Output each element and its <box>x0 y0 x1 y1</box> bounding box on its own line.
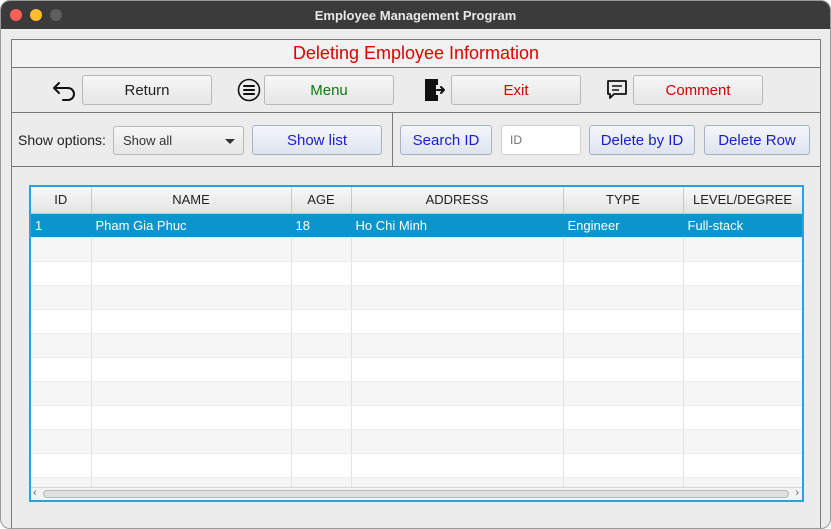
minimize-window-button[interactable] <box>30 9 42 21</box>
empty-table-row[interactable] <box>31 333 802 358</box>
list-icon[interactable] <box>235 76 263 104</box>
empty-table-row[interactable] <box>31 381 802 406</box>
column-header-name[interactable]: NAME <box>91 187 292 214</box>
empty-table-row[interactable] <box>31 357 802 382</box>
menu-button[interactable]: Menu <box>264 75 394 105</box>
chevron-down-icon <box>225 139 235 144</box>
show-list-button[interactable]: Show list <box>252 125 382 155</box>
exit-button[interactable]: Exit <box>451 75 581 105</box>
show-options-dropdown[interactable]: Show all <box>113 126 244 155</box>
empty-table-row[interactable] <box>31 309 802 334</box>
title-bar: Employee Management Program <box>1 1 830 29</box>
table-row[interactable]: 1 Pham Gia Phuc 18 Ho Chi Minh Engineer … <box>31 213 802 238</box>
page-header: Deleting Employee Information <box>12 40 820 68</box>
speech-bubble-icon[interactable] <box>603 76 631 104</box>
column-header-level[interactable]: LEVEL/DEGREE <box>683 187 802 214</box>
delete-by-id-button[interactable]: Delete by ID <box>589 125 695 155</box>
cell-age[interactable]: 18 <box>291 213 352 238</box>
search-id-button[interactable]: Search ID <box>400 125 492 155</box>
page-title: Deleting Employee Information <box>292 43 540 63</box>
cell-type[interactable]: Engineer <box>563 213 684 238</box>
empty-table-row[interactable] <box>31 237 802 262</box>
options-bar: Show options: Show all Show list Search … <box>12 113 820 167</box>
close-window-button[interactable] <box>10 9 22 21</box>
dropdown-selected-value: Show all <box>123 133 173 148</box>
show-options-label: Show options: <box>18 132 106 148</box>
door-exit-icon[interactable] <box>420 75 448 105</box>
navigation-toolbar: Return Menu Exit Comment <box>12 68 820 113</box>
column-header-type[interactable]: TYPE <box>563 187 684 214</box>
scrollbar-thumb[interactable] <box>43 490 789 498</box>
return-button[interactable]: Return <box>82 75 212 105</box>
column-header-age[interactable]: AGE <box>291 187 352 214</box>
app-window: Employee Management Program Deleting Emp… <box>0 0 831 529</box>
empty-table-row[interactable] <box>31 261 802 286</box>
employee-table: ID NAME AGE ADDRESS TYPE LEVEL/DEGREE 1 … <box>29 185 804 502</box>
options-divider <box>392 113 393 167</box>
empty-table-row[interactable] <box>31 405 802 430</box>
cell-level[interactable]: Full-stack <box>683 213 802 238</box>
return-arrow-icon[interactable] <box>50 76 78 104</box>
window-title: Employee Management Program <box>314 7 517 23</box>
horizontal-scrollbar[interactable]: ‹ › <box>31 487 802 500</box>
table-header-row: ID NAME AGE ADDRESS TYPE LEVEL/DEGREE <box>31 187 802 214</box>
comment-button[interactable]: Comment <box>633 75 763 105</box>
delete-row-button[interactable]: Delete Row <box>704 125 810 155</box>
empty-table-row[interactable] <box>31 285 802 310</box>
scroll-right-icon[interactable]: › <box>795 487 799 499</box>
scroll-left-icon[interactable]: ‹ <box>33 487 37 499</box>
empty-table-row[interactable] <box>31 453 802 478</box>
id-input[interactable] <box>501 125 581 155</box>
cell-address[interactable]: Ho Chi Minh <box>351 213 564 238</box>
maximize-window-button[interactable] <box>50 9 62 21</box>
main-panel: Deleting Employee Information Return Men… <box>11 39 821 528</box>
empty-table-row[interactable] <box>31 429 802 454</box>
column-header-address[interactable]: ADDRESS <box>351 187 564 214</box>
cell-name[interactable]: Pham Gia Phuc <box>91 213 292 238</box>
cell-id[interactable]: 1 <box>31 213 92 238</box>
column-header-id[interactable]: ID <box>31 187 92 214</box>
